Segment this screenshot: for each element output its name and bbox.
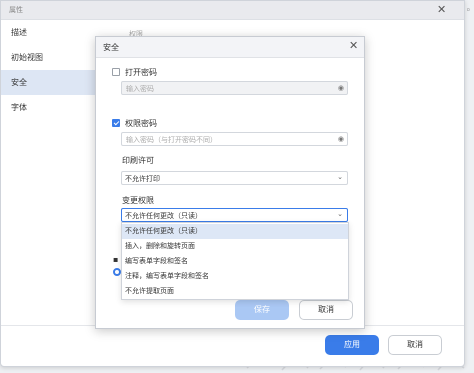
sidebar-item-description[interactable]: 描述 [1, 20, 97, 45]
security-cancel-button[interactable]: 取消 [299, 300, 353, 320]
chevron-down-icon: ⌄ [337, 173, 343, 181]
print-permission-label: 印刷许可 [122, 156, 154, 165]
close-icon[interactable]: ✕ [349, 40, 358, 52]
properties-title-bar: 属性 ✕ [1, 1, 464, 20]
outer-cancel-button[interactable]: 取消 [388, 335, 442, 355]
print-permission-select[interactable]: 不允许打印 ⌄ [121, 171, 348, 185]
open-password-checkbox[interactable] [112, 68, 120, 76]
permission-password-label: 权限密码 [125, 119, 157, 128]
properties-title: 属性 [9, 6, 23, 14]
security-title-bar: 安全 ✕ [96, 37, 364, 58]
dropdown-option[interactable]: 注释，编写表单字段和签名 [122, 269, 348, 284]
print-permission-value: 不允许打印 [125, 175, 160, 183]
permission-password-placeholder: 输入密码（与打开密码不同） [126, 136, 217, 144]
eye-icon[interactable]: ◉ [338, 84, 344, 92]
open-password-input[interactable]: 输入密码 ◉ [121, 81, 348, 95]
permission-password-input[interactable]: 输入密码（与打开密码不同） ◉ [121, 132, 348, 146]
change-permission-label: 变更权限 [122, 196, 154, 205]
dropdown-option[interactable]: 不允许提取页面 [122, 284, 348, 299]
permission-password-checkbox[interactable] [112, 119, 120, 127]
change-permission-select[interactable]: 不允许任何更改（只读） ⌄ [121, 208, 348, 222]
apply-button[interactable]: 应用 [325, 335, 379, 355]
open-password-label: 打开密码 [125, 68, 157, 77]
sidebar-item-security[interactable]: 安全 [1, 70, 97, 95]
open-password-placeholder: 输入密码 [126, 85, 154, 93]
dropdown-option[interactable]: 插入，删除和旋转页面 [122, 239, 348, 254]
eye-icon[interactable]: ◉ [338, 135, 344, 143]
change-permission-dropdown: 不允许任何更改（只读） 插入，删除和旋转页面 编写表单字段和签名 注释，编写表单… [121, 222, 349, 300]
dropdown-option[interactable]: 不允许任何更改（只读） [122, 224, 348, 239]
sidebar-item-fonts[interactable]: 字体 [1, 95, 97, 120]
change-permission-value: 不允许任何更改（只读） [125, 212, 202, 220]
radio-selected[interactable] [113, 268, 121, 276]
dropdown-option[interactable]: 编写表单字段和签名 [122, 254, 348, 269]
save-button[interactable]: 保存 [235, 300, 289, 320]
security-title: 安全 [103, 43, 119, 52]
sidebar-item-initial-view[interactable]: 初始视图 [1, 45, 97, 70]
form-icon: ▪ [113, 255, 119, 264]
close-icon[interactable]: ✕ [437, 4, 446, 16]
mark-icon: ◦ [465, 6, 471, 16]
chevron-down-icon: ⌄ [337, 210, 343, 218]
properties-sidebar: 描述 初始视图 安全 字体 [1, 20, 97, 325]
